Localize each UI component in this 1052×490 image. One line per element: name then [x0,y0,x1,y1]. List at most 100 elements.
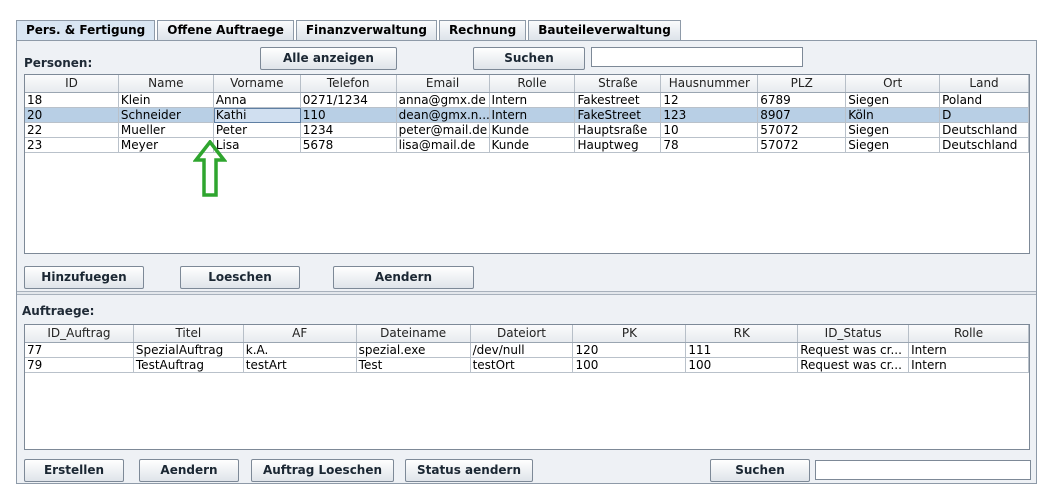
person-table-cell[interactable]: anna@gmx.de [396,93,490,108]
order-table-cell[interactable]: Request was cr... [798,358,910,373]
delete-person-button[interactable]: Loeschen [180,266,300,289]
tab-pers-fertigung[interactable]: Pers. & Fertigung [16,20,156,40]
person-table-cell[interactable]: Peter [213,123,301,138]
person-table-row[interactable]: 18 Klein Anna 0271/1234 anna@gmx.de Intern Fak… [25,93,1029,108]
delete-order-button[interactable]: Auftrag Loeschen [251,459,394,482]
tab-finanzverwaltung[interactable]: Finanzverwaltung [295,20,437,40]
person-table-cell[interactable]: 123 [661,108,759,123]
person-col-header[interactable]: ID [25,75,119,92]
order-table-cell[interactable]: TestAuftrag [133,358,244,373]
person-col-header[interactable]: Name [119,75,214,92]
tab-bauteileverwaltung[interactable]: Bauteileverwaltung [528,20,681,40]
order-table-row[interactable]: 77 SpezialAuftrag k.A. spezial.exe/dev/null… [25,343,1029,358]
person-table-cell[interactable]: Siegen [846,123,941,138]
order-table-cell[interactable]: Intern [909,343,1029,358]
order-table-cell[interactable]: Intern [909,358,1029,373]
person-table-cell[interactable]: Anna [213,93,301,108]
person-table-cell[interactable]: Kunde [489,138,576,153]
person-table-cell[interactable]: Intern [489,108,576,123]
person-col-header[interactable]: Telefon [301,75,397,92]
person-table-cell[interactable]: 110 [300,108,397,123]
person-table-cell[interactable]: 12 [661,93,759,108]
person-table-cell[interactable]: 22 [25,123,119,138]
person-table-cell[interactable]: 0271/1234 [300,93,397,108]
person-table-cell[interactable]: dean@gmx.n... [396,108,490,123]
split-pane-divider[interactable] [17,291,1036,295]
person-table-cell[interactable]: 18 [25,93,119,108]
person-table-cell[interactable]: 57072 [758,138,847,153]
person-col-header[interactable]: Rolle [490,75,576,92]
person-table-cell[interactable]: 1234 [300,123,397,138]
order-table-cell[interactable]: 111 [686,343,799,358]
edit-person-button[interactable]: Aendern [333,266,474,289]
add-person-button[interactable]: Hinzufuegen [24,266,144,289]
person-table-row[interactable]: 23 Meyer Lisa 5678 lisa@mail.de Kunde Hauptweg… [25,138,1029,153]
order-table-cell[interactable]: 100 [573,358,687,373]
person-table-cell[interactable]: 78 [661,138,759,153]
person-table-cell[interactable]: Poland [940,93,1029,108]
person-table-cell[interactable]: Kunde [489,123,576,138]
order-col-header[interactable]: Titel [134,325,244,342]
person-table-cell[interactable]: Deutschland [940,123,1029,138]
person-table-cell[interactable]: 20 [25,108,119,123]
person-table-row[interactable]: 22 Mueller Peter 1234 peter@mail.de Kunde Haup… [25,123,1029,138]
order-table-cell[interactable]: SpezialAuftrag [133,343,244,358]
tab-offene-auftraege[interactable]: Offene Auftraege [157,20,294,40]
order-table-row[interactable]: 79 TestAuftrag testArt Test testOrt 100 100 Req… [25,358,1029,373]
person-table-cell[interactable]: Mueller [118,123,214,138]
person-table-cell[interactable]: Hauptweg [575,138,662,153]
order-col-header[interactable]: ID_Status [798,325,910,342]
order-col-header[interactable]: AF [244,325,357,342]
order-table-cell[interactable]: Request was cr... [798,343,910,358]
order-search-button[interactable]: Suchen [710,459,810,482]
person-table-cell[interactable]: Hauptsraße [575,123,662,138]
person-table-cell[interactable]: 5678 [300,138,397,153]
change-status-button[interactable]: Status aendern [405,459,533,482]
person-table-cell[interactable]: Siegen [846,93,941,108]
person-table-cell[interactable]: Köln [846,108,941,123]
order-table-cell[interactable]: testArt [243,358,357,373]
order-table-cell[interactable]: 79 [25,358,134,373]
person-search-input[interactable] [591,47,803,67]
order-table-cell[interactable]: 77 [25,343,134,358]
person-col-header[interactable]: Straße [575,75,662,92]
order-table-cell[interactable]: spezial.exe [356,343,471,358]
create-order-button[interactable]: Erstellen [24,459,124,482]
order-table-cell[interactable]: /dev/null [470,343,574,358]
order-col-header[interactable]: Dateiname [357,325,471,342]
person-table-cell[interactable]: 23 [25,138,119,153]
person-table-cell[interactable]: peter@mail.de [396,123,490,138]
person-col-header[interactable]: Land [940,75,1029,92]
person-col-header[interactable]: PLZ [758,75,847,92]
person-table-cell[interactable]: 6789 [758,93,847,108]
person-table-cell[interactable]: 57072 [758,123,847,138]
person-col-header[interactable]: Vorname [214,75,301,92]
order-table-cell[interactable]: 120 [573,343,687,358]
person-col-header[interactable]: Hausnummer [661,75,759,92]
person-table-cell[interactable]: Fakestreet [575,93,662,108]
order-col-header[interactable]: Dateiort [471,325,574,342]
person-table-row[interactable]: 20 Schneider Kathi 110 dean@gmx.n... Intern Fa… [25,108,1029,123]
person-table-cell[interactable]: Kathi [213,108,301,123]
person-table-cell[interactable]: D [940,108,1029,123]
tab-rechnung[interactable]: Rechnung [438,20,527,40]
person-table-cell[interactable]: Deutschland [940,138,1029,153]
person-table-cell[interactable]: 10 [661,123,759,138]
order-col-header[interactable]: RK [686,325,799,342]
person-table-cell[interactable]: Siegen [846,138,941,153]
person-table-cell[interactable]: Intern [489,93,576,108]
person-table-cell[interactable]: Klein [118,93,214,108]
person-table-cell[interactable]: lisa@mail.de [396,138,490,153]
show-all-button[interactable]: Alle anzeigen [260,47,397,70]
person-col-header[interactable]: Ort [846,75,941,92]
order-search-input[interactable] [815,460,1031,480]
order-col-header[interactable]: PK [573,325,687,342]
order-col-header[interactable]: Rolle [909,325,1029,342]
edit-order-button[interactable]: Aendern [139,459,239,482]
order-table-cell[interactable]: k.A. [243,343,357,358]
person-col-header[interactable]: Email [397,75,490,92]
order-col-header[interactable]: ID_Auftrag [25,325,134,342]
person-table-cell[interactable]: Schneider [118,108,214,123]
person-search-button[interactable]: Suchen [473,47,585,70]
person-table-cell[interactable]: 8907 [758,108,847,123]
